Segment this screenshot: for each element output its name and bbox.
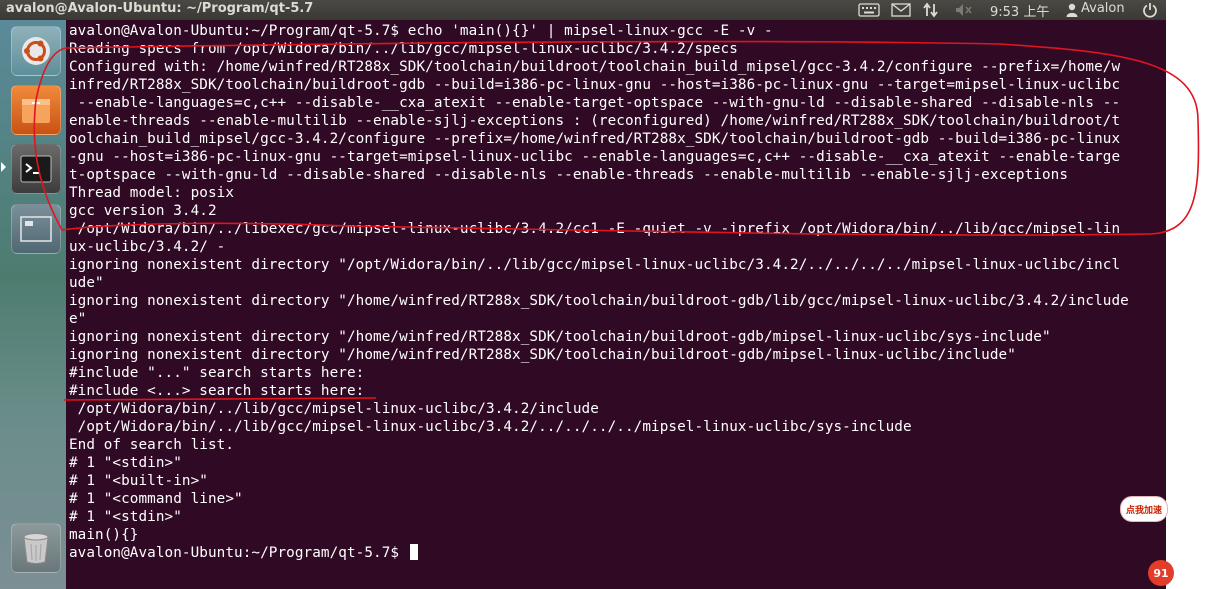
terminal-line: Thread model: posix	[69, 185, 235, 201]
ubuntu-dash-icon[interactable]	[11, 26, 61, 76]
terminal-output: avalon@Avalon-Ubuntu:~/Program/qt-5.7$ e…	[69, 22, 1129, 562]
terminal-line: Reading specs from /opt/Widora/bin/../li…	[69, 41, 738, 57]
top-panel: avalon@Avalon-Ubuntu: ~/Program/qt-5.7 9…	[0, 0, 1166, 20]
terminal-line: t-optspace --with-gnu-ld --disable-share…	[69, 167, 1069, 183]
terminal-icon[interactable]	[11, 144, 61, 194]
mail-icon[interactable]	[889, 0, 913, 20]
promo-badge[interactable]: 点我加速	[1120, 496, 1168, 522]
keyboard-icon[interactable]	[856, 0, 882, 20]
terminal-line: enable-threads --enable-multilib --enabl…	[69, 113, 1121, 129]
terminal-line: /opt/Widora/bin/../libexec/gcc/mipsel-li…	[69, 221, 1121, 237]
terminal-line: /opt/Widora/bin/../lib/gcc/mipsel-linux-…	[69, 401, 599, 417]
launcher	[0, 20, 66, 589]
terminal-line: End of search list.	[69, 437, 235, 453]
volume-icon[interactable]	[954, 0, 974, 20]
terminal-line: ignoring nonexistent directory "/opt/Wid…	[69, 257, 1121, 273]
terminal-line: # 1 "<built-in>"	[69, 473, 208, 489]
terminal-line: avalon@Avalon-Ubuntu:~/Program/qt-5.7$ e…	[69, 23, 773, 39]
terminal-line: gcc version 3.4.2	[69, 203, 217, 219]
terminal-window[interactable]: avalon@Avalon-Ubuntu:~/Program/qt-5.7$ e…	[66, 20, 1166, 589]
files-icon[interactable]	[11, 85, 61, 135]
terminal-line: -gnu --host=i386-pc-linux-gnu --target=m…	[69, 149, 1121, 165]
terminal-line: # 1 "<command line>"	[69, 491, 243, 507]
network-icon[interactable]	[921, 0, 941, 20]
promo-badge-label: 点我加速	[1125, 505, 1162, 516]
terminal-line: ignoring nonexistent directory "/home/wi…	[69, 329, 1051, 345]
terminal-prompt-line[interactable]: avalon@Avalon-Ubuntu:~/Program/qt-5.7$	[69, 544, 1129, 562]
clock[interactable]: 9:53 上午	[990, 1, 1049, 20]
text-cursor	[409, 544, 418, 560]
terminal-line: main(){}	[69, 527, 139, 543]
workspace-switcher-icon[interactable]	[11, 204, 61, 254]
terminal-line: e"	[69, 311, 87, 327]
terminal-line: #include <...> search starts here:	[69, 383, 365, 399]
window-title: avalon@Avalon-Ubuntu: ~/Program/qt-5.7	[6, 1, 314, 16]
user-icon	[1064, 0, 1080, 20]
user-menu[interactable]: Avalon	[1081, 1, 1125, 16]
trash-icon[interactable]	[11, 523, 61, 573]
terminal-line: /opt/Widora/bin/../lib/gcc/mipsel-linux-…	[69, 419, 912, 435]
terminal-line: # 1 "<stdin>"	[69, 455, 182, 471]
terminal-line: ux-uclibc/3.4.2/ -	[69, 239, 226, 255]
terminal-line: Configured with: /home/winfred/RT288x_SD…	[69, 59, 1121, 75]
terminal-line: ude"	[69, 275, 104, 291]
promo-counter[interactable]: 91	[1148, 560, 1174, 586]
terminal-line: # 1 "<stdin>"	[69, 509, 182, 525]
terminal-line: oolchain_build_mipsel/gcc-3.4.2/configur…	[69, 131, 1121, 147]
terminal-prompt: avalon@Avalon-Ubuntu:~/Program/qt-5.7$	[69, 545, 408, 561]
terminal-line: #include "..." search starts here:	[69, 365, 365, 381]
terminal-line: ignoring nonexistent directory "/home/wi…	[69, 293, 1129, 309]
power-icon[interactable]	[1140, 0, 1160, 20]
terminal-line: ignoring nonexistent directory "/home/wi…	[69, 347, 1016, 363]
active-app-indicator	[1, 162, 6, 172]
terminal-line: --enable-languages=c,c++ --disable-__cxa…	[69, 95, 1121, 111]
desktop-background	[1166, 0, 1214, 589]
terminal-line: infred/RT288x_SDK/toolchain/buildroot-gd…	[69, 77, 1121, 93]
